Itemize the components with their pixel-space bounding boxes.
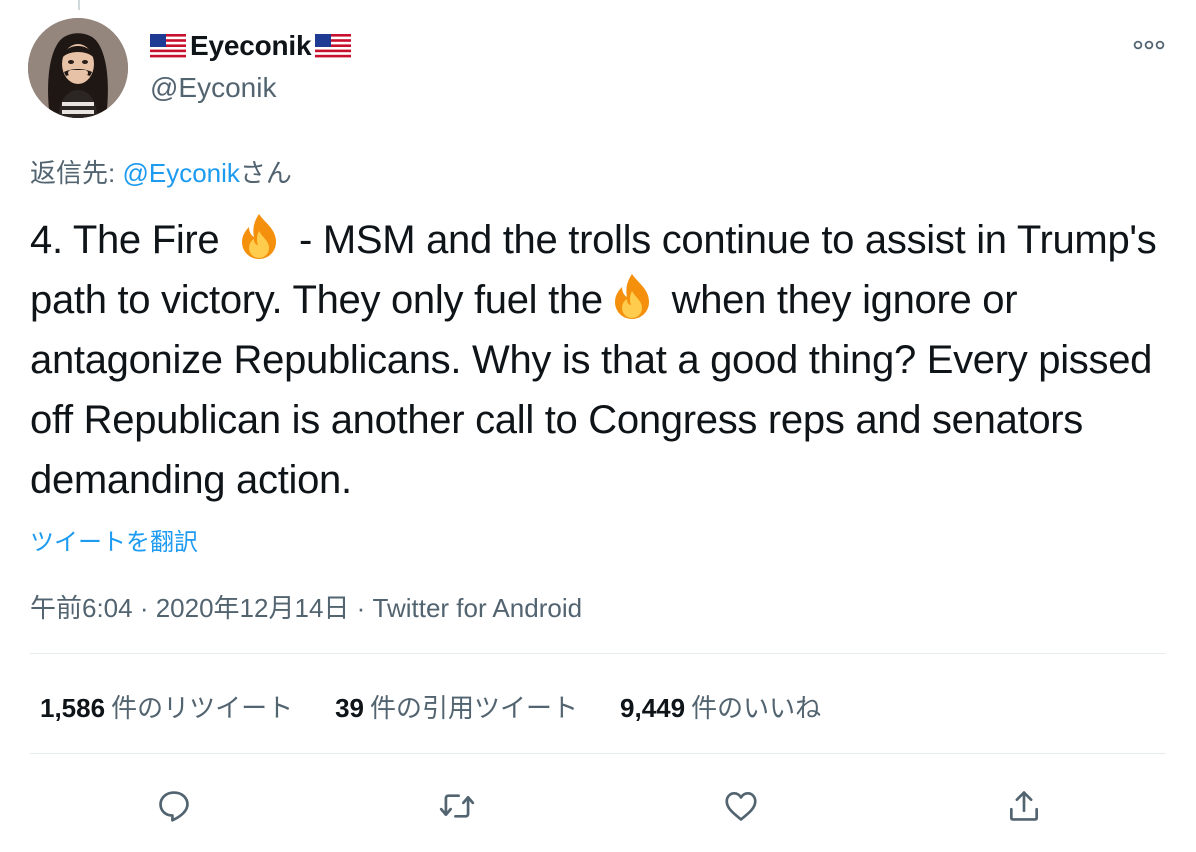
like-icon <box>725 791 757 821</box>
meta-separator: · <box>349 593 373 623</box>
reply-to-prefix: 返信先: <box>30 158 123 188</box>
author-name[interactable]: Eyeconik <box>190 30 312 62</box>
us-flag-icon <box>315 34 352 58</box>
us-flag-icon <box>150 34 186 58</box>
tweet-time[interactable]: 午前6:04 <box>30 593 133 623</box>
thread-line <box>78 0 80 10</box>
quotes-stat[interactable]: 39 件の引用ツイート <box>335 688 578 725</box>
tweet-date[interactable]: 2020年12月14日 <box>156 593 350 623</box>
likes-count: 9,449 <box>620 693 686 723</box>
action-bar <box>0 782 1196 830</box>
meta-separator: · <box>132 593 156 623</box>
tweet-text-part: 4. The Fire <box>30 218 231 262</box>
share-icon <box>1009 791 1039 821</box>
retweets-stat[interactable]: 1,586 件のリツイート <box>40 688 293 725</box>
divider <box>30 753 1166 754</box>
avatar-image <box>28 18 128 118</box>
like-button[interactable] <box>717 782 765 830</box>
retweet-icon <box>439 794 475 818</box>
share-button[interactable] <box>1000 782 1048 830</box>
author-handle[interactable]: @Eyconik <box>150 72 276 104</box>
avatar[interactable] <box>28 18 128 118</box>
more-options-button[interactable] <box>1130 30 1168 60</box>
likes-label: 件のいいね <box>691 693 822 723</box>
quotes-count: 39 <box>335 693 365 723</box>
tweet-text: 4. The Fire - MSM and the trolls continu… <box>30 210 1170 510</box>
fire-emoji-icon <box>614 274 649 319</box>
reply-icon <box>159 791 189 822</box>
more-options-icon <box>1133 40 1165 50</box>
reply-to-mention[interactable]: @Eyconik <box>122 158 239 188</box>
author-name-row[interactable]: Eyeconik <box>150 30 352 62</box>
likes-stat[interactable]: 9,449 件のいいね <box>620 688 821 725</box>
reply-to-line: 返信先: @Eyconikさん <box>30 153 292 190</box>
retweet-button[interactable] <box>433 782 481 830</box>
tweet-meta: 午前6:04 · 2020年12月14日 · Twitter for Andro… <box>30 588 582 625</box>
reply-to-suffix: さん <box>239 158 292 188</box>
engagement-stats: 1,586 件のリツイート 39 件の引用ツイート 9,449 件のいいね <box>40 688 863 725</box>
divider <box>30 653 1166 654</box>
fire-emoji-icon <box>242 214 277 259</box>
reply-button[interactable] <box>150 782 198 830</box>
quotes-label: 件の引用ツイート <box>370 693 579 723</box>
retweets-count: 1,586 <box>40 693 106 723</box>
tweet-source[interactable]: Twitter for Android <box>373 593 583 623</box>
translate-tweet-link[interactable]: ツイートを翻訳 <box>30 522 198 557</box>
retweets-label: 件のリツイート <box>111 693 294 723</box>
